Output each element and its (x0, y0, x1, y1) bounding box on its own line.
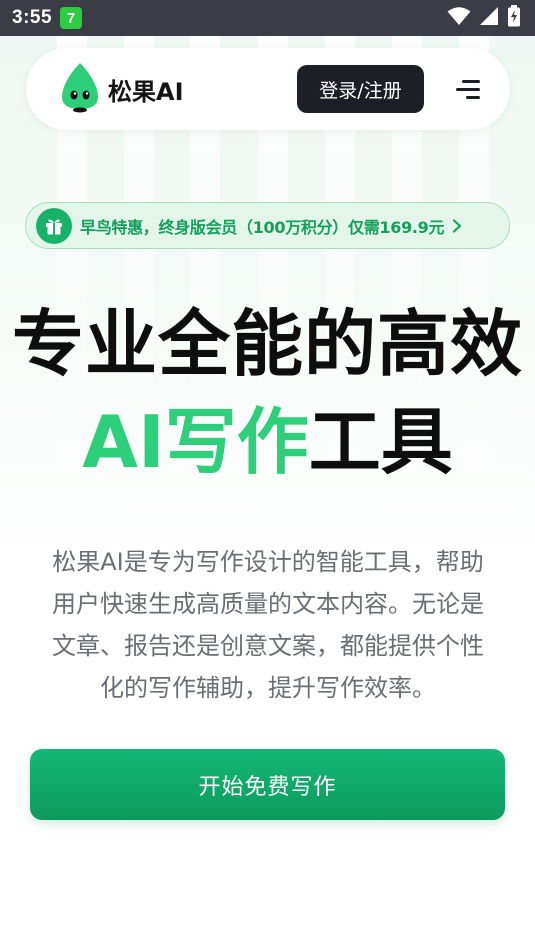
signal-icon (479, 6, 499, 30)
hero-title-highlight: AI写作 (82, 400, 309, 484)
hero-title-rest: 工具 (308, 400, 453, 484)
description-line: 松果AI是专为写作设计的智能工具，帮助 (52, 548, 484, 576)
hero-title-line1: 专业全能的高效 (11, 302, 523, 386)
description: 松果AI是专为写作设计的智能工具，帮助 用户快速生成高质量的文本内容。无论是 文… (28, 541, 508, 709)
hero-title-line2: AI写作工具 (0, 398, 535, 486)
chevron-right-icon (452, 218, 462, 233)
description-line: 用户快速生成高质量的文本内容。无论是 (52, 590, 484, 618)
status-bar: 3:55 7 (0, 0, 535, 36)
gift-icon (36, 207, 72, 244)
status-time: 3:55 (12, 7, 53, 28)
wifi-icon (447, 6, 471, 30)
brand-name: 松果AI (108, 77, 184, 106)
description-line: 化的写作辅助，提升写作效率。 (100, 674, 436, 702)
battery-charging-icon (507, 5, 521, 31)
description-line: 文章、报告还是创意文案，都能提供个性 (52, 632, 484, 660)
pine-cone-mascot-icon (58, 61, 102, 117)
header: 松果AI 登录/注册 (26, 48, 510, 130)
promo-text: 早鸟特惠，终身版会员（100万积分）仅需169.9元 (80, 217, 445, 237)
start-free-writing-button[interactable]: 开始免费写作 (30, 749, 505, 820)
promo-banner[interactable]: 早鸟特惠，终身版会员（100万积分）仅需169.9元 (25, 202, 510, 249)
hamburger-menu-icon[interactable] (454, 78, 480, 100)
logo[interactable]: 松果AI (58, 61, 184, 117)
page: 3:55 7 松果AI 登录/注册 早鸟特惠，终身版会员（100万积分）仅需16… (0, 0, 535, 951)
login-register-button[interactable]: 登录/注册 (297, 65, 424, 113)
notification-badge: 7 (60, 7, 83, 29)
